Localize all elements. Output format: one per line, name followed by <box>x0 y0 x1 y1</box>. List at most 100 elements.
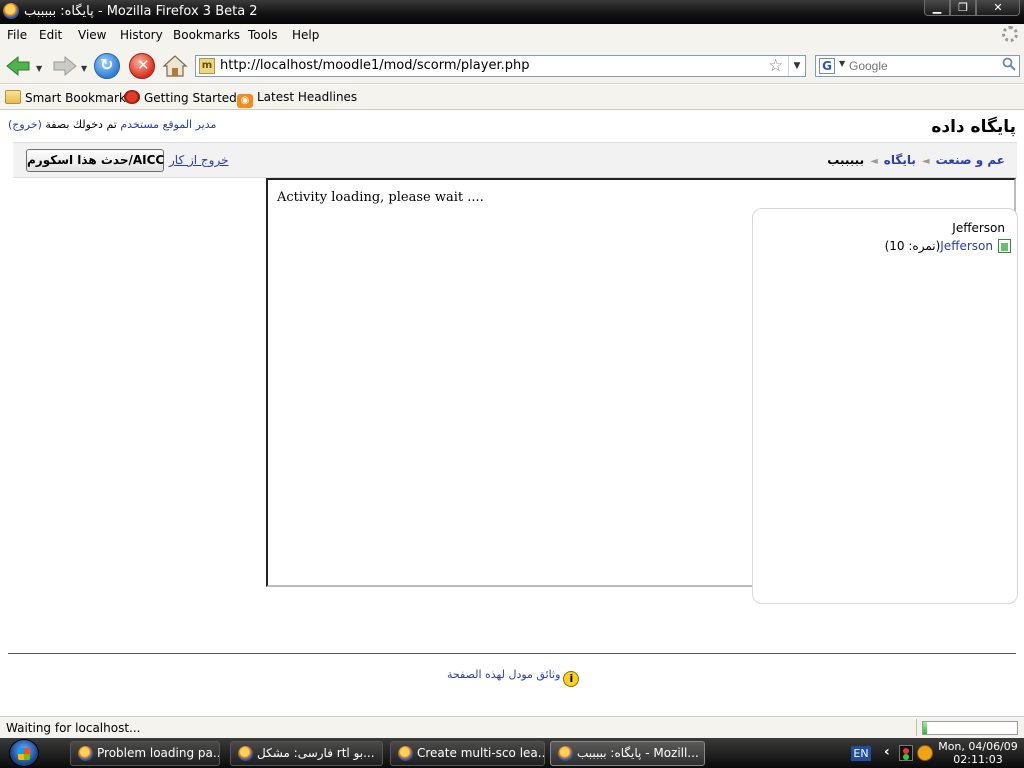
firefox-icon <box>398 746 413 761</box>
url-dropdown-icon[interactable]: ▼ <box>788 56 805 76</box>
toc-item: (نمره: 10)Jefferson <box>885 239 993 253</box>
logout-link[interactable]: (خروج) <box>8 118 42 131</box>
taskbar-item-label: فارسی: مشکل rtl بو... <box>257 746 375 760</box>
bookmark-getting-started[interactable]: Getting Started <box>124 90 237 105</box>
menu-help[interactable]: Help <box>292 28 319 42</box>
breadcrumb-link-1[interactable]: عم و صنعت <box>936 153 1005 167</box>
tray-traffic-light-icon[interactable] <box>899 745 913 761</box>
taskbar-item-active[interactable]: پایگاه: بببببب - Mozill... <box>550 741 705 766</box>
search-bar[interactable]: G ▼ <box>815 55 1020 77</box>
moodle-docs-link-container: وثائق مودل لهذه الصفحة i <box>447 668 580 687</box>
info-icon: i <box>563 671 580 687</box>
loading-throbber-icon <box>1002 26 1018 42</box>
bookmark-smart-bookmarks[interactable]: Smart Bookmarks <box>5 90 132 105</box>
sco-status-icon <box>998 239 1011 253</box>
clock-time: 02:11:03 <box>953 753 1003 766</box>
navigation-toolbar: ▼ ▼ ↻ ✕ m http://localhost/moodle1/mod/s… <box>0 46 1024 84</box>
folder-icon <box>5 90 21 104</box>
google-engine-icon[interactable]: G <box>819 58 835 74</box>
window-title-bar[interactable]: پایگاه: بببببب - Mozilla Firefox 3 Beta … <box>0 0 1024 24</box>
bookmarks-toolbar: Smart Bookmarks Getting Started ◉ Latest … <box>0 85 1024 110</box>
tray-app-icon[interactable] <box>917 745 933 761</box>
menu-bookmarks[interactable]: Bookmarks <box>173 28 240 42</box>
close-button[interactable]: ✕ <box>976 0 1020 16</box>
taskbar-item[interactable]: Problem loading pa... <box>70 741 220 766</box>
home-icon <box>162 55 188 77</box>
search-icon[interactable] <box>1002 57 1016 71</box>
back-arrow-icon <box>6 55 30 77</box>
firefox-icon <box>238 746 253 761</box>
menu-edit[interactable]: Edit <box>39 28 62 42</box>
status-text: Waiting for localhost... <box>6 721 141 735</box>
breadcrumb: عم و صنعت ◄ بایگاه ◄ بببببب <box>827 153 1005 167</box>
windows-taskbar: Problem loading pa... فارسی: مشکل rtl بو… <box>0 738 1024 768</box>
bookmark-star-icon[interactable]: ☆ <box>768 56 783 76</box>
bug-icon <box>124 90 140 104</box>
back-button[interactable] <box>5 54 33 78</box>
scorm-toc-panel: Jefferson (نمره: 10)Jefferson <box>752 208 1018 604</box>
windows-logo-icon <box>18 748 30 760</box>
stop-button[interactable]: ✕ <box>129 53 155 79</box>
forward-history-dropdown-icon[interactable]: ▼ <box>81 64 87 73</box>
search-input[interactable] <box>849 58 999 74</box>
login-text: تم دخولك بصفة <box>45 118 117 131</box>
taskbar-item[interactable]: فارسی: مشکل rtl بو... <box>230 741 383 766</box>
address-bar[interactable]: m http://localhost/moodle1/mod/scorm/pla… <box>195 55 806 77</box>
loading-message: Activity loading, please wait .... <box>277 190 484 205</box>
forward-button[interactable] <box>50 54 78 78</box>
engine-dropdown-icon[interactable]: ▼ <box>839 59 845 68</box>
moodle-docs-link[interactable]: وثائق مودل لهذه الصفحة <box>447 668 560 681</box>
rss-icon: ◉ <box>237 94 253 108</box>
taskbar-item-label: Create multi-sco lea... <box>417 746 545 760</box>
taskbar-item[interactable]: Create multi-sco lea... <box>390 741 545 766</box>
minimize-button[interactable]: ▁ <box>924 0 950 16</box>
firefox-icon <box>558 746 573 761</box>
forward-arrow-icon <box>53 55 77 77</box>
breadcrumb-link-2[interactable]: بایگاه <box>884 153 916 167</box>
page-content: (خروج) مدير الموقع مستخدم تم دخولك بصفة … <box>0 111 1024 716</box>
status-separator <box>916 719 917 736</box>
start-button[interactable] <box>9 739 39 767</box>
bookmark-latest-headlines[interactable]: ◉ Latest Headlines <box>237 90 357 108</box>
footer-divider <box>8 653 1016 654</box>
clock-date: Mon, 04/06/09 <box>938 740 1018 753</box>
login-info: (خروج) مدير الموقع مستخدم تم دخولك بصفة <box>8 118 216 131</box>
breadcrumb-separator-icon: ◄ <box>870 156 878 167</box>
breadcrumb-current: بببببب <box>827 153 865 167</box>
url-text[interactable]: http://localhost/moodle1/mod/scorm/playe… <box>220 58 529 73</box>
loading-progress-bar <box>922 721 1018 735</box>
bookmark-label: Smart Bookmarks <box>25 91 133 105</box>
bookmark-label: Latest Headlines <box>257 90 358 104</box>
menu-bar: File Edit View History Bookmarks Tools H… <box>0 24 1024 46</box>
navigation-bar: حدث هذا اسكورم/AICC خروج از کار عم و صنع… <box>13 142 1017 178</box>
stop-icon: ✕ <box>137 56 150 74</box>
system-clock[interactable]: Mon, 04/06/09 02:11:03 <box>938 740 1018 766</box>
menu-view[interactable]: View <box>78 28 106 42</box>
window-title: پایگاه: بببببب - Mozilla Firefox 3 Beta … <box>24 4 258 19</box>
firefox-icon[interactable] <box>3 3 19 19</box>
bookmark-label: Getting Started <box>144 91 237 105</box>
login-user-link[interactable]: مدير الموقع مستخدم <box>120 118 216 131</box>
status-bar: Waiting for localhost... <box>0 716 1024 738</box>
taskbar-item-label: Problem loading pa... <box>97 746 220 760</box>
menu-file[interactable]: File <box>7 28 27 42</box>
moodle-site-icon: m <box>199 58 215 74</box>
toc-item-link[interactable]: Jefferson <box>940 239 993 253</box>
language-indicator[interactable]: EN <box>851 746 871 761</box>
toc-item-score: (نمره: 10) <box>884 239 941 253</box>
menu-history[interactable]: History <box>120 28 163 42</box>
site-name-heading: پایگاه داده <box>931 117 1016 137</box>
show-hidden-icons-chevron-icon[interactable]: ‹ <box>884 744 890 760</box>
toc-organization-title: Jefferson <box>952 221 1005 235</box>
reload-button[interactable]: ↻ <box>94 53 120 79</box>
progress-fill <box>923 722 927 734</box>
maximize-button[interactable]: ❐ <box>950 0 976 16</box>
exit-activity-link[interactable]: خروج از کار <box>169 153 229 167</box>
menu-tools[interactable]: Tools <box>248 28 278 42</box>
reload-icon: ↻ <box>100 55 114 74</box>
back-history-dropdown-icon[interactable]: ▼ <box>36 64 42 73</box>
taskbar-item-label: پایگاه: بببببب - Mozill... <box>577 746 699 760</box>
firefox-icon <box>78 746 93 761</box>
home-button[interactable] <box>162 54 188 78</box>
update-scorm-button[interactable]: حدث هذا اسكورم/AICC <box>26 149 164 172</box>
